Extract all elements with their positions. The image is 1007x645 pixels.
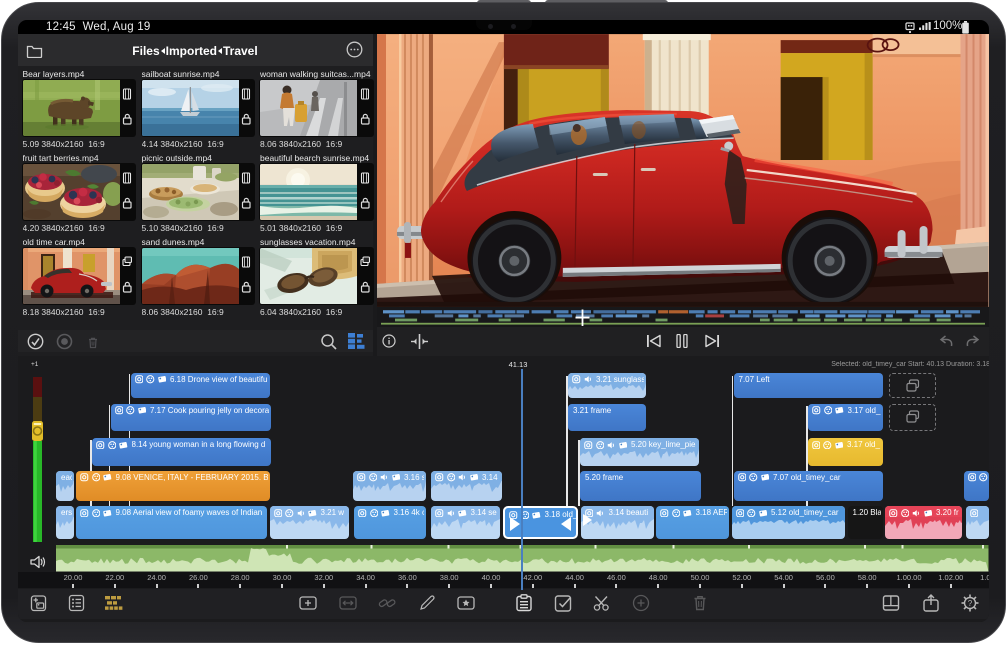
svg-text:?: ? — [968, 599, 973, 608]
